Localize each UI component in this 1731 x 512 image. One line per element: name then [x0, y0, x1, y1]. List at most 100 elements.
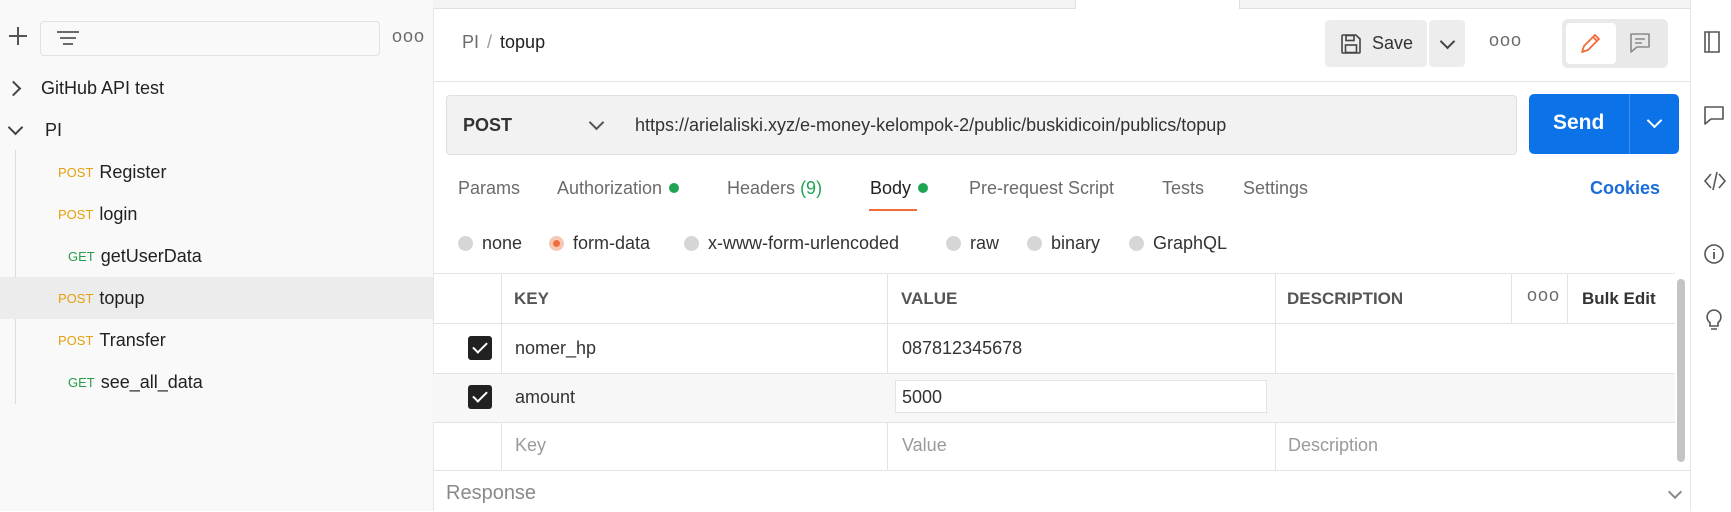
- sidebar-request-getuserdata[interactable]: GET getUserData: [0, 235, 433, 277]
- chevron-down-icon: [7, 119, 24, 135]
- new-key-input[interactable]: Key: [515, 435, 546, 456]
- new-collection-plus-icon[interactable]: [8, 26, 28, 46]
- row-checkbox[interactable]: [468, 385, 492, 409]
- open-tab[interactable]: [1075, 0, 1240, 9]
- radio-form-data[interactable]: form-data: [549, 233, 650, 254]
- code-icon[interactable]: [1703, 170, 1727, 192]
- param-key[interactable]: amount: [515, 387, 575, 408]
- info-icon[interactable]: [1703, 243, 1725, 265]
- param-key[interactable]: nomer_hp: [515, 338, 596, 359]
- column-header-value: VALUE: [901, 289, 958, 308]
- param-value: 5000: [902, 387, 943, 407]
- tab-headers[interactable]: Headers (9): [727, 178, 822, 199]
- sidebar-more-icon[interactable]: ooo: [392, 26, 425, 47]
- breadcrumb-parent[interactable]: PI: [462, 32, 479, 52]
- url-value: https://arielaliski.xyz/e-money-kelompok…: [635, 114, 1227, 135]
- method-badge: POST: [58, 332, 94, 348]
- save-label: Save: [1372, 33, 1414, 53]
- param-value-input[interactable]: [895, 380, 1267, 413]
- save-button[interactable]: Save: [1325, 20, 1427, 67]
- tab-authorization[interactable]: Authorization: [557, 178, 680, 199]
- radio-raw[interactable]: raw: [946, 233, 999, 254]
- comments-icon[interactable]: [1703, 104, 1725, 126]
- table-more-icon[interactable]: ooo: [1527, 285, 1560, 306]
- request-label: Register: [99, 161, 167, 182]
- scrollbar[interactable]: [1677, 279, 1685, 462]
- radio-graphql[interactable]: GraphQL: [1129, 233, 1227, 254]
- radio-binary[interactable]: binary: [1027, 233, 1100, 254]
- sidebar-request-register[interactable]: POST Register: [0, 151, 433, 193]
- column-header-key: KEY: [514, 289, 549, 308]
- bulk-edit-link[interactable]: Bulk Edit: [1582, 289, 1656, 309]
- method-badge: POST: [58, 206, 94, 222]
- request-label: login: [99, 203, 138, 224]
- folder-label: PI: [45, 119, 63, 140]
- radio-label: GraphQL: [1153, 233, 1228, 253]
- tab-label: Tests: [1162, 178, 1205, 198]
- row-checkbox[interactable]: [468, 336, 492, 360]
- tab-label: Params: [458, 178, 521, 198]
- sidebar-folder-github-api-test[interactable]: GitHub API test: [0, 67, 433, 109]
- new-description-input[interactable]: Description: [1288, 435, 1378, 456]
- lightbulb-icon[interactable]: [1703, 308, 1725, 332]
- method-badge: GET: [68, 248, 95, 264]
- radio-label: none: [482, 233, 523, 253]
- radio-circle: [946, 236, 961, 251]
- column-header-description: DESCRIPTION: [1287, 289, 1404, 308]
- tab-strip: [433, 0, 1690, 9]
- filter-icon: [57, 31, 79, 47]
- method-value: POST: [463, 114, 513, 135]
- radio-none[interactable]: none: [458, 233, 522, 254]
- method-badge: POST: [58, 290, 94, 306]
- folder-label: GitHub API test: [41, 77, 165, 98]
- send-options-button[interactable]: [1630, 94, 1679, 154]
- tab-body[interactable]: Body: [870, 178, 929, 199]
- response-pane: [433, 470, 1690, 512]
- breadcrumb-current[interactable]: topup: [500, 32, 545, 52]
- breadcrumb-separator: /: [487, 32, 493, 52]
- save-options-button[interactable]: [1429, 20, 1465, 67]
- filter-input[interactable]: [40, 21, 380, 56]
- status-dot: [918, 183, 929, 194]
- method-badge: POST: [58, 164, 94, 180]
- tab-label: Body: [870, 178, 912, 198]
- tab-label: Authorization: [557, 178, 663, 198]
- chevron-down-icon: [1439, 33, 1456, 50]
- response-title[interactable]: Response: [446, 482, 536, 505]
- sidebar-request-login[interactable]: POST login: [0, 193, 433, 235]
- radio-x-www-form-urlencoded[interactable]: x-www-form-urlencoded: [684, 233, 899, 254]
- new-value-input[interactable]: Value: [902, 435, 947, 456]
- radio-circle-selected: [549, 236, 564, 251]
- comment-icon[interactable]: [1627, 30, 1653, 56]
- radio-label: raw: [970, 233, 1000, 253]
- sidebar-folder-pi[interactable]: PI: [0, 109, 433, 151]
- url-input[interactable]: https://arielaliski.xyz/e-money-kelompok…: [619, 95, 1517, 155]
- tab-label: Pre-request Script: [969, 178, 1115, 198]
- request-more-icon[interactable]: ooo: [1489, 30, 1522, 51]
- sidebar-request-see-all-data[interactable]: GET see_all_data: [0, 361, 433, 403]
- tab-settings[interactable]: Settings: [1243, 178, 1308, 199]
- edit-mode-button[interactable]: [1566, 23, 1616, 64]
- sidebar-request-transfer[interactable]: POST Transfer: [0, 319, 433, 361]
- tab-label: Settings: [1243, 178, 1309, 198]
- tab-tests[interactable]: Tests: [1162, 178, 1204, 199]
- tab-params[interactable]: Params: [458, 178, 520, 199]
- method-badge: GET: [68, 374, 95, 390]
- method-select[interactable]: POST: [446, 95, 621, 155]
- param-value[interactable]: 087812345678: [902, 338, 1022, 359]
- request-label: getUserData: [100, 245, 202, 266]
- sidebar-request-topup[interactable]: POST topup: [0, 277, 433, 319]
- pencil-icon: [1581, 34, 1600, 53]
- header-divider: [433, 81, 1690, 82]
- chevron-down-icon: [588, 114, 605, 131]
- active-tab-underline: [869, 209, 917, 211]
- params-table: KEY VALUE DESCRIPTION ooo Bulk Edit nome…: [433, 273, 1675, 470]
- status-dot: [669, 183, 680, 194]
- breadcrumb: PI / topup: [462, 32, 545, 53]
- request-label: see_all_data: [100, 371, 203, 392]
- radio-label: x-www-form-urlencoded: [708, 233, 900, 253]
- documentation-icon[interactable]: [1703, 30, 1723, 54]
- cookies-link[interactable]: Cookies: [1590, 178, 1660, 199]
- chevron-right-icon: [5, 80, 22, 96]
- tab-pre-request-script[interactable]: Pre-request Script: [969, 178, 1114, 199]
